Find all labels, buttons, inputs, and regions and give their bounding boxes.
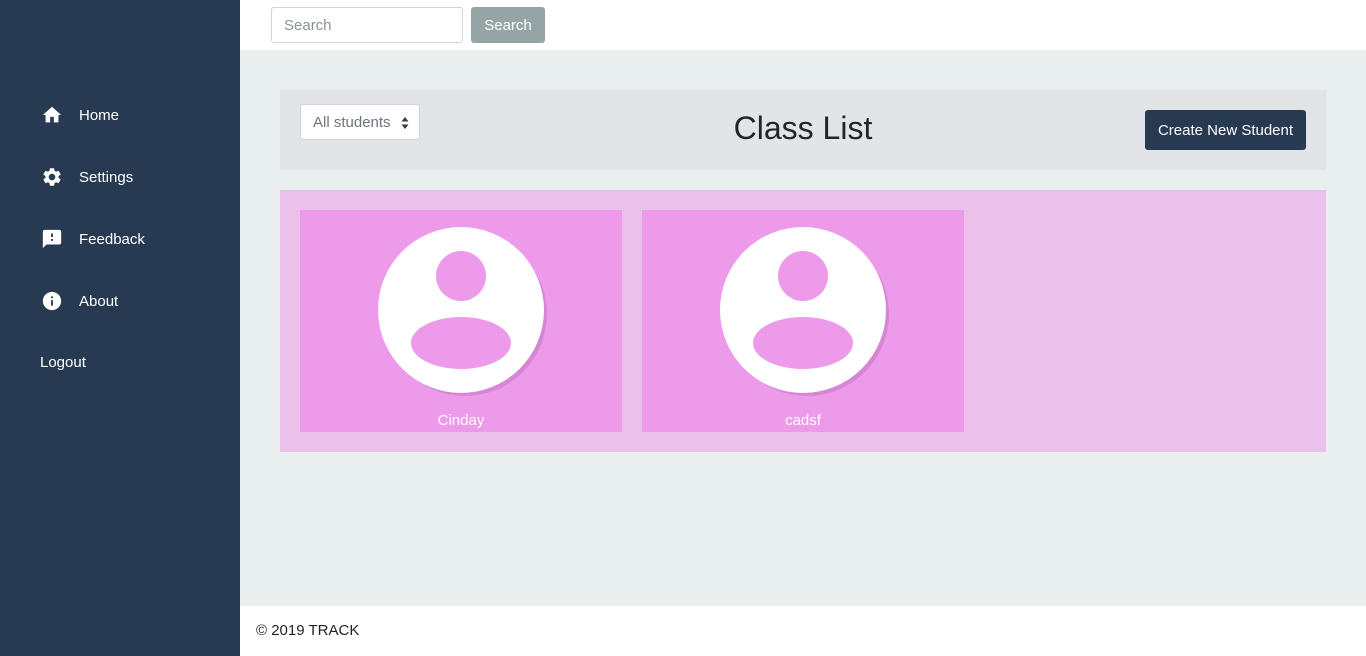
student-card[interactable]: cadsf bbox=[642, 210, 964, 432]
avatar-icon bbox=[378, 227, 547, 396]
sidebar-item-settings[interactable]: Settings bbox=[40, 165, 133, 189]
sidebar-item-label: Home bbox=[79, 106, 120, 124]
sidebar-item-label: About bbox=[79, 292, 119, 310]
class-list-header: All students Class List Create New Stude… bbox=[280, 90, 1326, 170]
student-name: Cinday bbox=[437, 412, 485, 429]
sidebar-item-feedback[interactable]: Feedback bbox=[40, 227, 145, 251]
home-icon bbox=[40, 103, 64, 127]
search-button[interactable]: Search bbox=[471, 7, 545, 43]
sidebar: Home Settings Feedback About Logout bbox=[0, 0, 240, 656]
info-icon bbox=[40, 289, 64, 313]
topbar: Search bbox=[240, 0, 1366, 50]
student-cards-panel: Cinday cadsf bbox=[280, 190, 1326, 452]
sidebar-item-about[interactable]: About bbox=[40, 289, 118, 313]
sidebar-item-label: Settings bbox=[79, 168, 134, 186]
footer: © 2019 TRACK bbox=[240, 606, 1366, 656]
student-name: cadsf bbox=[785, 412, 821, 429]
avatar-icon bbox=[720, 227, 889, 396]
create-new-student-button[interactable]: Create New Student bbox=[1145, 110, 1306, 150]
feedback-icon bbox=[40, 227, 64, 251]
gear-icon bbox=[40, 165, 64, 189]
sidebar-item-home[interactable]: Home bbox=[40, 103, 119, 127]
sidebar-item-label: Feedback bbox=[79, 230, 145, 248]
student-card[interactable]: Cinday bbox=[300, 210, 622, 432]
search-input[interactable] bbox=[271, 7, 463, 43]
logout-link[interactable]: Logout bbox=[40, 354, 86, 371]
copyright-text: © 2019 TRACK bbox=[256, 622, 360, 639]
